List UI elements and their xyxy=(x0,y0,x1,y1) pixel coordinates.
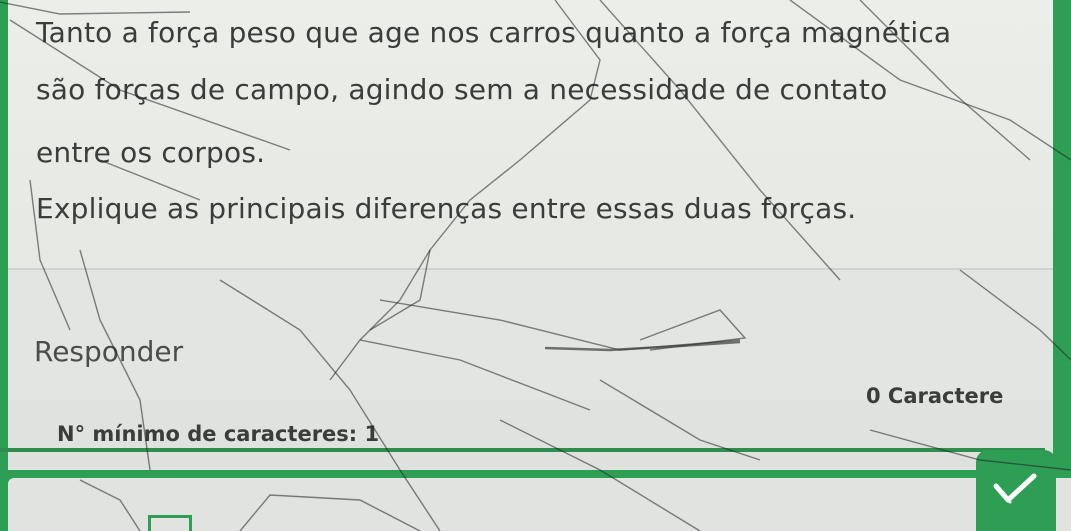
footer-tab-indicator xyxy=(148,515,192,531)
character-counter: 0 Caractere xyxy=(866,384,1004,408)
question-text-line-1: Tanto a força peso que age nos carros qu… xyxy=(36,16,952,49)
input-underline xyxy=(0,448,1045,452)
question-text-line-3: entre os corpos. xyxy=(36,136,266,169)
checkmark-icon xyxy=(993,473,1037,504)
answer-placeholder: Responder xyxy=(34,335,184,368)
minimum-characters-label: N° mínimo de caracteres: 1 xyxy=(57,422,380,446)
submit-button[interactable] xyxy=(976,450,1056,531)
question-text-line-2: são forças de campo, agindo sem a necess… xyxy=(36,73,888,106)
question-card: Tanto a força peso que age nos carros qu… xyxy=(8,0,1053,268)
question-prompt: Explique as principais diferenças entre … xyxy=(36,192,857,225)
